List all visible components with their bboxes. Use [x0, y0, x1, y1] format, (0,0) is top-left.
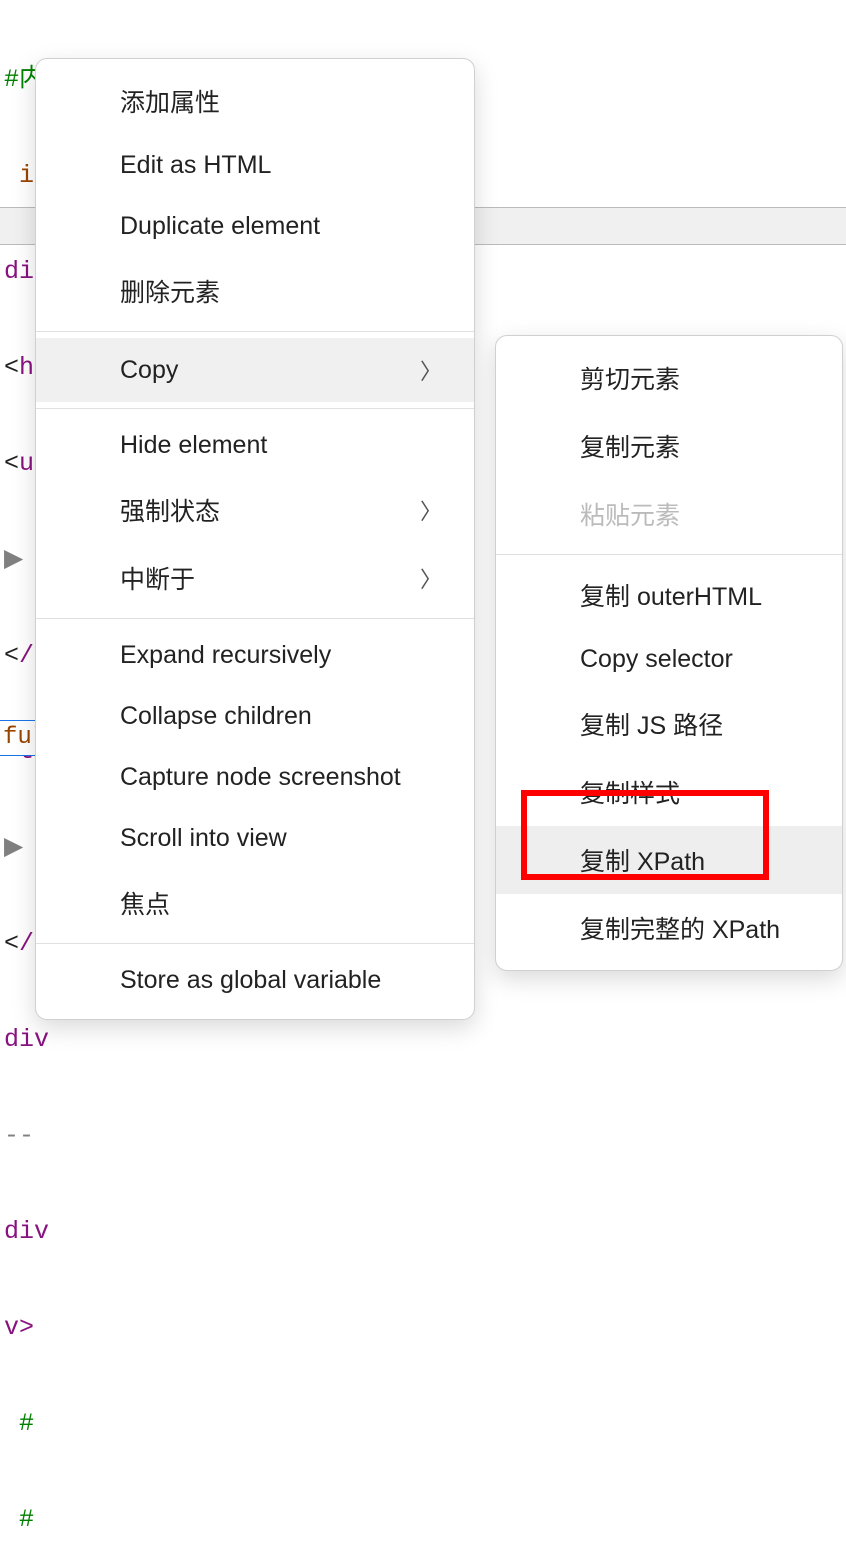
- submenu-copy-element[interactable]: 复制元素: [496, 412, 842, 480]
- submenu-copy-xpath[interactable]: 复制 XPath: [496, 826, 842, 894]
- menu-collapse-children[interactable]: Collapse children: [36, 686, 474, 747]
- menu-store-global[interactable]: Store as global variable: [36, 950, 474, 1011]
- menu-edit-as-html[interactable]: Edit as HTML: [36, 135, 474, 196]
- submenu-copy-selector[interactable]: Copy selector: [496, 629, 842, 690]
- submenu-copy-outerhtml[interactable]: 复制 outerHTML: [496, 561, 842, 629]
- menu-focus[interactable]: 焦点: [36, 869, 474, 937]
- menu-duplicate-element[interactable]: Duplicate element: [36, 196, 474, 257]
- menu-delete-element[interactable]: 删除元素: [36, 257, 474, 325]
- submenu-copy-js-path[interactable]: 复制 JS 路径: [496, 690, 842, 758]
- submenu-cut-element[interactable]: 剪切元素: [496, 344, 842, 412]
- menu-expand-recursively[interactable]: Expand recursively: [36, 625, 474, 686]
- menu-force-state[interactable]: 强制状态 〉: [36, 476, 474, 544]
- menu-copy[interactable]: Copy 〉: [36, 338, 474, 402]
- chevron-right-icon: 〉: [420, 494, 442, 526]
- submenu-copy-full-xpath[interactable]: 复制完整的 XPath: [496, 894, 842, 962]
- menu-separator: [496, 554, 842, 555]
- submenu-copy-styles[interactable]: 复制样式: [496, 758, 842, 826]
- submenu-paste-element: 粘贴元素: [496, 480, 842, 548]
- menu-hide-element[interactable]: Hide element: [36, 415, 474, 476]
- menu-separator: [36, 618, 474, 619]
- menu-capture-screenshot[interactable]: Capture node screenshot: [36, 747, 474, 808]
- context-menu[interactable]: 添加属性 Edit as HTML Duplicate element 删除元素…: [35, 58, 475, 1020]
- menu-separator: [36, 408, 474, 409]
- menu-scroll-into-view[interactable]: Scroll into view: [36, 808, 474, 869]
- menu-separator: [36, 943, 474, 944]
- chevron-right-icon: 〉: [420, 562, 442, 594]
- menu-add-attribute[interactable]: 添加属性: [36, 67, 474, 135]
- copy-submenu[interactable]: 剪切元素 复制元素 粘贴元素 复制 outerHTML Copy selecto…: [495, 335, 843, 971]
- menu-break-on[interactable]: 中断于 〉: [36, 544, 474, 612]
- menu-separator: [36, 331, 474, 332]
- chevron-right-icon: 〉: [420, 354, 442, 386]
